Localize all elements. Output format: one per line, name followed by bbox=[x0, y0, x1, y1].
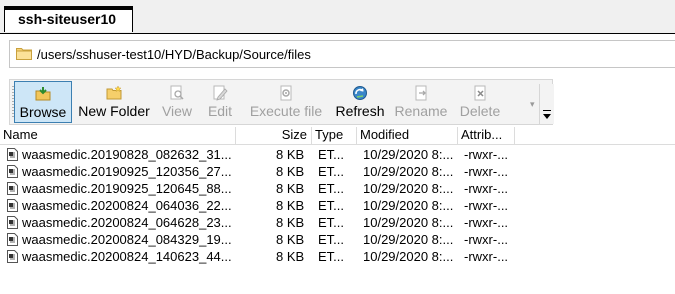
cell-name: waasmedic.20190925_120356_27... bbox=[22, 164, 232, 179]
cell-type: ET... bbox=[318, 249, 345, 264]
new-folder-label: New Folder bbox=[78, 103, 150, 119]
cell-attributes: -rwxr-... bbox=[464, 164, 509, 179]
cell-type: ET... bbox=[318, 215, 345, 230]
toolbar-overflow-button[interactable] bbox=[539, 84, 554, 124]
table-row[interactable]: waasmedic.20190925_120645_88... 8 KB ET.… bbox=[0, 180, 675, 197]
column-header-name[interactable]: Name bbox=[0, 127, 236, 144]
file-list-header: Name Size Type Modified Attrib... bbox=[0, 127, 675, 145]
cell-type: ET... bbox=[318, 181, 345, 196]
cell-name: waasmedic.20190828_082632_31... bbox=[22, 147, 232, 162]
cell-type: ET... bbox=[318, 147, 345, 162]
cell-size: 8 KB bbox=[276, 181, 305, 196]
cell-modified: 10/29/2020 8:... bbox=[363, 232, 454, 247]
delete-label: Delete bbox=[459, 103, 501, 119]
edit-icon bbox=[213, 85, 228, 101]
cell-modified: 10/29/2020 8:... bbox=[363, 249, 454, 264]
cell-size: 8 KB bbox=[276, 147, 305, 162]
cell-size: 8 KB bbox=[276, 232, 305, 247]
cell-name: waasmedic.20200824_140623_44... bbox=[22, 249, 232, 264]
new-folder-icon bbox=[106, 85, 122, 100]
column-name-label: Name bbox=[3, 127, 38, 142]
view-button[interactable]: View bbox=[156, 81, 198, 123]
new-folder-button[interactable]: New Folder bbox=[74, 81, 154, 123]
path-bar[interactable]: /users/sshuser-test10/HYD/Backup/Source/… bbox=[9, 40, 675, 68]
cell-type: ET... bbox=[318, 198, 345, 213]
file-icon bbox=[7, 233, 18, 246]
browse-button[interactable]: Browse bbox=[14, 81, 72, 123]
cell-modified: 10/29/2020 8:... bbox=[363, 215, 454, 230]
folder-icon bbox=[16, 48, 32, 60]
chevron-down-icon bbox=[543, 114, 551, 119]
edit-label: Edit bbox=[207, 103, 233, 119]
tab-session-label: ssh-siteuser10 bbox=[18, 11, 117, 27]
delete-button[interactable]: Delete bbox=[454, 81, 506, 123]
column-attributes-label: Attrib... bbox=[461, 127, 503, 142]
cell-attributes: -rwxr-... bbox=[464, 147, 509, 162]
column-header-attributes[interactable]: Attrib... bbox=[458, 127, 515, 144]
table-row[interactable]: waasmedic.20190925_120356_27... 8 KB ET.… bbox=[0, 163, 675, 180]
cell-attributes: -rwxr-... bbox=[464, 215, 509, 230]
cell-attributes: -rwxr-... bbox=[464, 198, 509, 213]
cell-name: waasmedic.20200824_064036_22... bbox=[22, 198, 232, 213]
file-icon bbox=[7, 148, 18, 161]
execute-file-button[interactable]: Execute file bbox=[242, 81, 330, 123]
file-icon bbox=[7, 199, 18, 212]
refresh-label: Refresh bbox=[335, 103, 385, 119]
cell-attributes: -rwxr-... bbox=[464, 232, 509, 247]
cell-type: ET... bbox=[318, 164, 345, 179]
refresh-icon bbox=[353, 86, 367, 100]
cell-size: 8 KB bbox=[276, 249, 305, 264]
tab-strip: ssh-siteuser10 bbox=[0, 0, 675, 34]
toolbar: Browse New Folder View Edit Execute file bbox=[9, 79, 553, 125]
view-label: View bbox=[161, 103, 193, 119]
cell-name: waasmedic.20200824_064628_23... bbox=[22, 215, 232, 230]
table-row[interactable]: waasmedic.20200824_064628_23... 8 KB ET.… bbox=[0, 214, 675, 231]
column-header-modified[interactable]: Modified bbox=[357, 127, 458, 144]
table-row[interactable]: waasmedic.20200824_140623_44... 8 KB ET.… bbox=[0, 248, 675, 265]
browse-icon bbox=[35, 87, 51, 101]
file-icon bbox=[7, 165, 18, 178]
table-row[interactable]: waasmedic.20190828_082632_31... 8 KB ET.… bbox=[0, 146, 675, 163]
table-row[interactable]: waasmedic.20200824_064036_22... 8 KB ET.… bbox=[0, 197, 675, 214]
rename-label: Rename bbox=[394, 103, 448, 119]
edit-button[interactable]: Edit bbox=[200, 81, 240, 123]
browse-label: Browse bbox=[19, 104, 67, 120]
cell-type: ET... bbox=[318, 232, 345, 247]
tab-session[interactable]: ssh-siteuser10 bbox=[4, 6, 133, 32]
file-icon bbox=[7, 250, 18, 263]
path-text: /users/sshuser-test10/HYD/Backup/Source/… bbox=[37, 47, 311, 62]
file-list: waasmedic.20190828_082632_31... 8 KB ET.… bbox=[0, 146, 675, 265]
column-header-size[interactable]: Size bbox=[236, 127, 312, 144]
cell-size: 8 KB bbox=[276, 215, 305, 230]
table-row[interactable]: waasmedic.20200824_084329_19... 8 KB ET.… bbox=[0, 231, 675, 248]
cell-attributes: -rwxr-... bbox=[464, 181, 509, 196]
column-size-label: Size bbox=[281, 127, 307, 142]
view-icon bbox=[170, 85, 184, 100]
overflow-bar-icon bbox=[543, 110, 551, 111]
cell-size: 8 KB bbox=[276, 198, 305, 213]
cell-modified: 10/29/2020 8:... bbox=[363, 147, 454, 162]
toolbar-separator-dot: ▾ bbox=[530, 99, 535, 109]
cell-name: waasmedic.20190925_120645_88... bbox=[22, 181, 232, 196]
file-icon bbox=[7, 216, 18, 229]
refresh-button[interactable]: Refresh bbox=[332, 81, 388, 123]
cell-modified: 10/29/2020 8:... bbox=[363, 181, 454, 196]
delete-icon bbox=[474, 85, 486, 101]
rename-icon bbox=[415, 85, 427, 101]
cell-modified: 10/29/2020 8:... bbox=[363, 198, 454, 213]
column-type-label: Type bbox=[315, 127, 344, 142]
cell-name: waasmedic.20200824_084329_19... bbox=[22, 232, 232, 247]
execute-file-label: Execute file bbox=[249, 103, 323, 119]
column-header-type[interactable]: Type bbox=[312, 127, 357, 144]
cell-size: 8 KB bbox=[276, 164, 305, 179]
execute-file-icon bbox=[280, 85, 292, 101]
cell-modified: 10/29/2020 8:... bbox=[363, 164, 454, 179]
column-modified-label: Modified bbox=[360, 127, 410, 142]
file-icon bbox=[7, 182, 18, 195]
rename-button[interactable]: Rename bbox=[390, 81, 452, 123]
cell-attributes: -rwxr-... bbox=[464, 249, 509, 264]
